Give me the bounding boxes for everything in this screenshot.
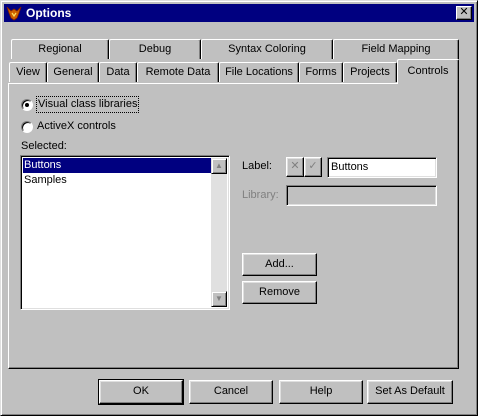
tab-forms[interactable]: Forms	[299, 62, 343, 82]
cancel-button[interactable]: Cancel	[189, 380, 273, 404]
radio-visual-class-libraries[interactable]: Visual class libraries	[21, 96, 151, 113]
set-as-default-button[interactable]: Set As Default	[367, 380, 453, 404]
window-title: Options	[26, 6, 72, 20]
radio-button-checked[interactable]	[21, 99, 33, 111]
tab-projects[interactable]: Projects	[343, 62, 397, 82]
add-button[interactable]: Add...	[242, 253, 317, 276]
tab-field-mapping[interactable]: Field Mapping	[333, 39, 459, 59]
tab-view[interactable]: View	[9, 62, 47, 82]
checkmark-icon: ✓	[308, 160, 318, 172]
ok-button[interactable]: OK	[98, 379, 184, 405]
radio-activex-label: ActiveX controls	[37, 120, 116, 132]
cancel-x-icon: ✕	[290, 160, 300, 172]
tab-syntax-coloring[interactable]: Syntax Coloring	[201, 39, 333, 59]
selected-label: Selected:	[21, 140, 67, 152]
list-scrollbar[interactable]: ▲ ▼	[211, 158, 227, 307]
app-fox-icon	[6, 6, 22, 21]
title-bar[interactable]: Options ✕	[4, 4, 474, 22]
tab-regional[interactable]: Regional	[11, 39, 109, 59]
options-dialog: Options ✕ Regional Debug Syntax Coloring…	[0, 0, 478, 416]
help-button[interactable]: Help	[279, 380, 363, 404]
radio-button-unchecked[interactable]	[21, 121, 33, 133]
confirm-edit-button[interactable]: ✓	[304, 157, 322, 177]
tab-data[interactable]: Data	[99, 62, 137, 82]
triangle-down-icon: ▼	[215, 294, 223, 303]
tab-file-locations[interactable]: File Locations	[219, 62, 299, 82]
tab-general[interactable]: General	[47, 62, 99, 82]
close-icon: ✕	[459, 6, 469, 18]
library-input	[286, 185, 437, 206]
remove-button[interactable]: Remove	[242, 281, 317, 304]
selected-listbox[interactable]: Buttons Samples ▲ ▼	[20, 155, 230, 310]
tab-remote-data[interactable]: Remote Data	[137, 62, 219, 82]
close-button[interactable]: ✕	[456, 6, 472, 20]
radio-visual-label: Visual class libraries	[35, 96, 140, 113]
tab-debug[interactable]: Debug	[109, 39, 201, 59]
scroll-up-button[interactable]: ▲	[211, 158, 227, 174]
controls-panel: Visual class libraries ActiveX controls …	[8, 83, 459, 369]
triangle-up-icon: ▲	[215, 161, 223, 170]
scroll-down-button[interactable]: ▼	[211, 291, 227, 307]
list-item[interactable]: Samples	[23, 173, 211, 188]
radio-activex-controls[interactable]: ActiveX controls	[21, 119, 131, 135]
cancel-edit-button[interactable]: ✕	[286, 157, 304, 177]
label-input[interactable]: Buttons	[327, 157, 437, 178]
list-item[interactable]: Buttons	[23, 158, 211, 173]
library-caption: Library:	[242, 189, 279, 201]
label-caption: Label:	[242, 160, 272, 172]
tab-controls[interactable]: Controls	[397, 59, 459, 84]
